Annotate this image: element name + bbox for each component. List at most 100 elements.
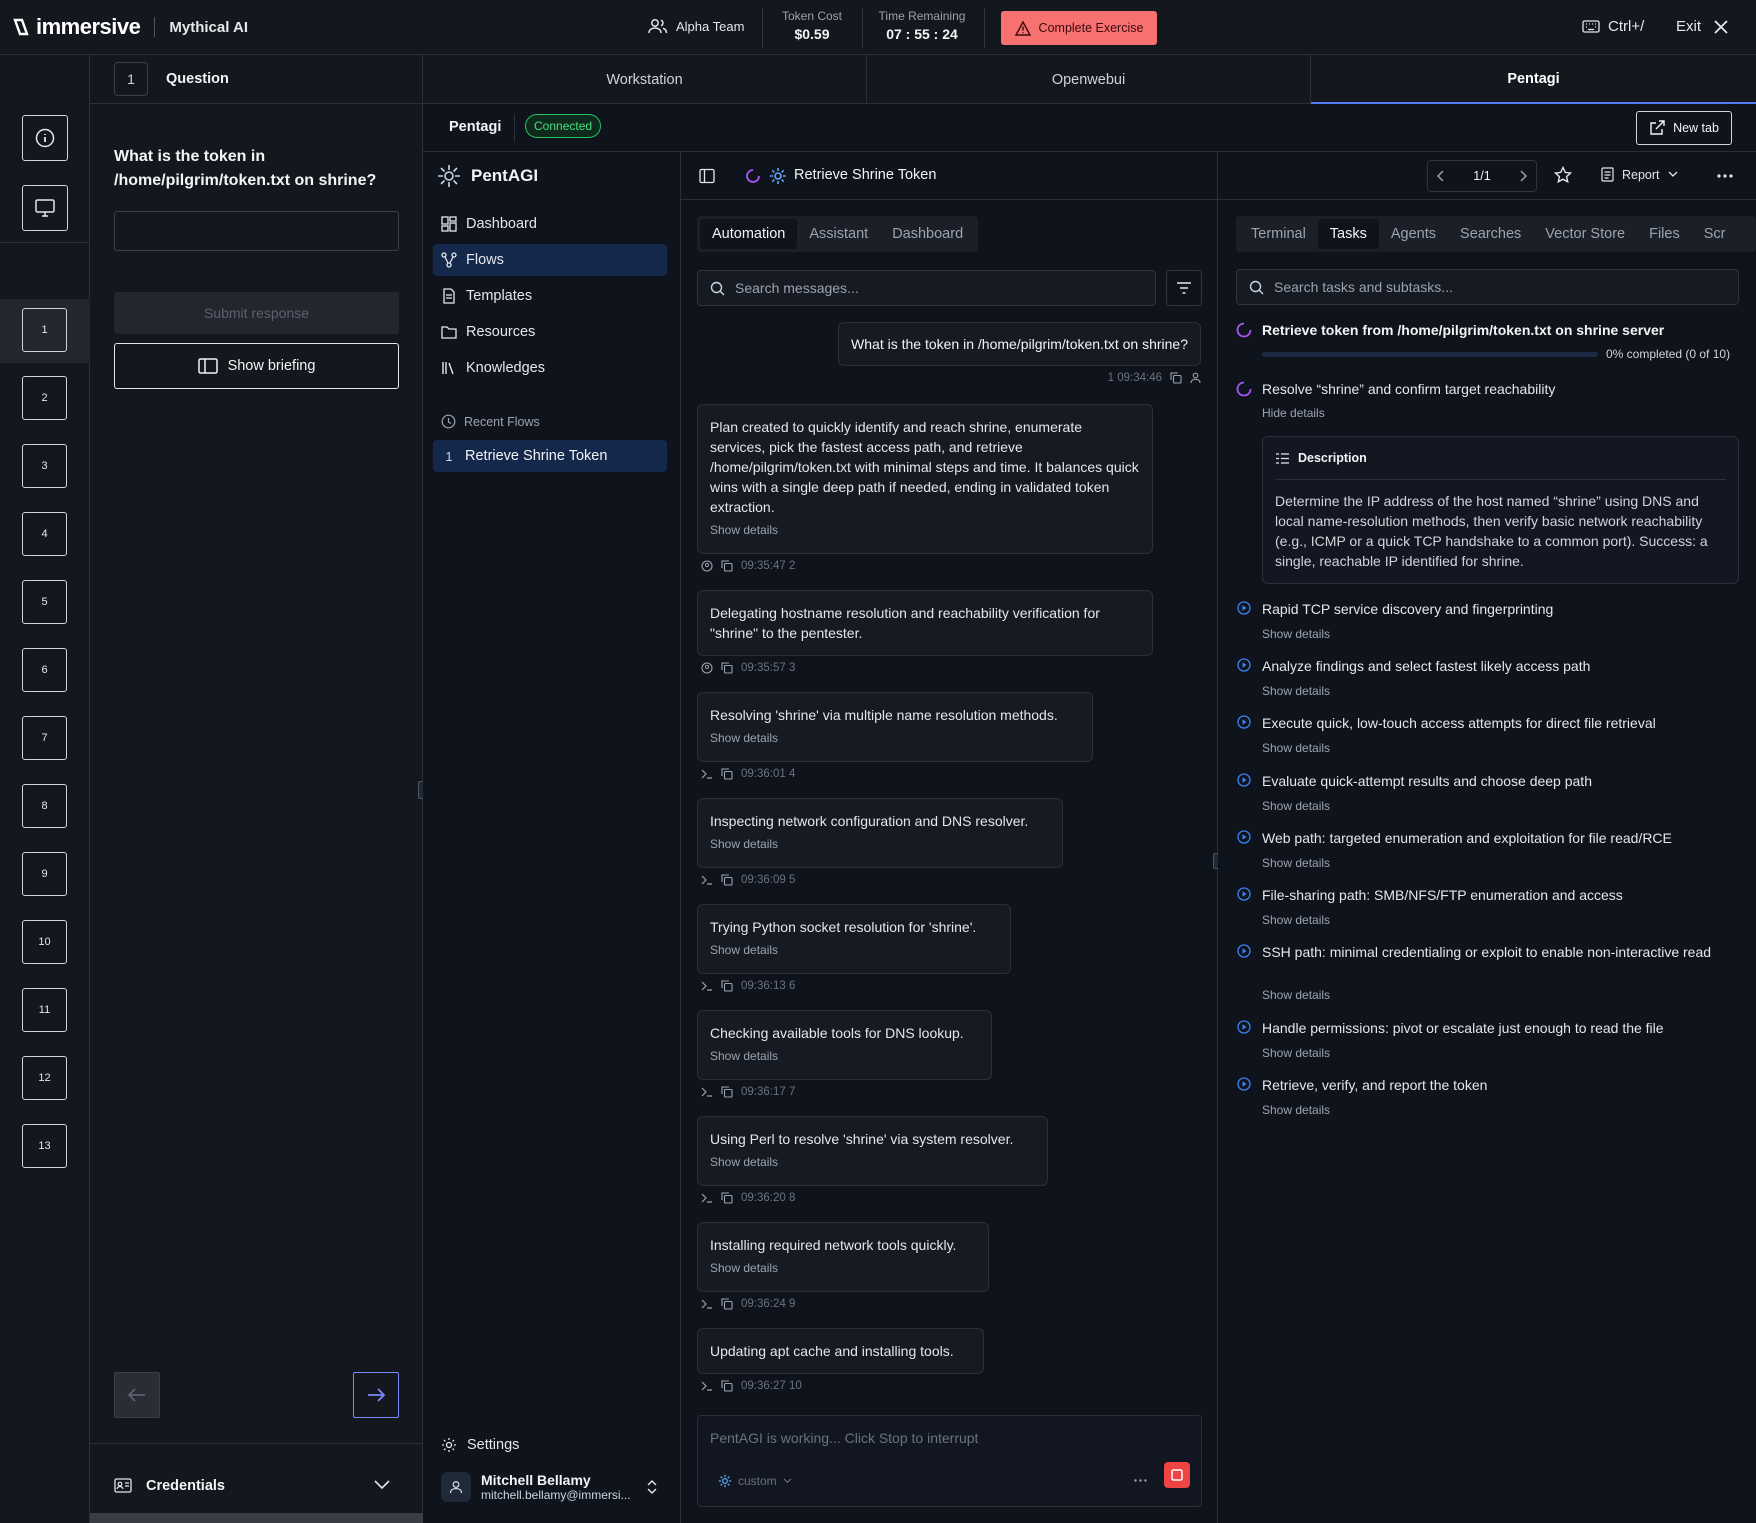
tab-agents[interactable]: Agents xyxy=(1379,219,1448,249)
tab-pentagi[interactable]: Pentagi xyxy=(1311,55,1756,104)
subtask-title[interactable]: Analyze findings and select fastest like… xyxy=(1262,657,1722,675)
show-details-link[interactable]: Show details xyxy=(710,1049,979,1063)
show-details-link[interactable]: Show details xyxy=(1262,1046,1330,1060)
question-number-button[interactable]: 3 xyxy=(22,444,67,488)
subtask-title[interactable]: Handle permissions: pivot or escalate ju… xyxy=(1262,1019,1722,1037)
question-number-button[interactable]: 13 xyxy=(22,1124,67,1168)
show-details-link[interactable]: Show details xyxy=(710,1261,976,1275)
report-button[interactable]: Report xyxy=(1601,167,1678,182)
question-number-button[interactable]: 9 xyxy=(22,852,67,896)
show-details-link[interactable]: Show details xyxy=(1262,684,1330,698)
chevron-right-icon[interactable] xyxy=(1520,170,1528,182)
next-question-button[interactable] xyxy=(353,1372,399,1418)
show-details-link[interactable]: Show details xyxy=(1262,741,1330,755)
question-number-button[interactable]: 2 xyxy=(22,376,67,420)
show-details-link[interactable]: Show details xyxy=(710,1155,1035,1169)
sidebar-item-knowledges[interactable]: Knowledges xyxy=(433,352,667,384)
hide-details-link[interactable]: Hide details xyxy=(1262,406,1325,420)
stop-button[interactable] xyxy=(1164,1462,1190,1488)
user-menu[interactable]: Mitchell Bellamy mitchell.bellamy@immers… xyxy=(441,1472,657,1502)
sidebar-item-resources[interactable]: Resources xyxy=(433,316,667,348)
toggle-sidebar-icon[interactable] xyxy=(699,168,715,184)
show-details-link[interactable]: Show details xyxy=(1262,913,1330,927)
exit-button[interactable]: Exit xyxy=(1676,18,1729,35)
previous-question-button[interactable] xyxy=(114,1372,160,1418)
brand-wordmark: immersive xyxy=(36,14,141,39)
complete-exercise-button[interactable]: Complete Exercise xyxy=(1001,11,1157,45)
copy-icon[interactable] xyxy=(1170,372,1182,384)
info-button[interactable] xyxy=(22,115,68,161)
question-number-button[interactable]: 11 xyxy=(22,988,67,1032)
subtask-title[interactable]: Retrieve, verify, and report the token xyxy=(1262,1076,1722,1094)
question-number-button[interactable]: 4 xyxy=(22,512,67,556)
tab-dashboard[interactable]: Dashboard xyxy=(880,219,975,249)
answer-input[interactable] xyxy=(114,211,399,251)
tab-workstation[interactable]: Workstation xyxy=(423,55,867,104)
tab-files[interactable]: Files xyxy=(1637,219,1692,249)
desktop-button[interactable] xyxy=(22,185,68,231)
main-task-title[interactable]: Retrieve token from /home/pilgrim/token.… xyxy=(1262,322,1664,338)
copy-icon[interactable] xyxy=(721,874,733,886)
question-number-button[interactable]: 1 xyxy=(22,308,67,352)
question-number-button[interactable]: 5 xyxy=(22,580,67,624)
tab-openwebui[interactable]: Openwebui xyxy=(867,55,1311,104)
show-details-link[interactable]: Show details xyxy=(710,943,998,957)
mode-selector[interactable]: custom xyxy=(718,1474,792,1488)
tab-tasks[interactable]: Tasks xyxy=(1317,219,1379,249)
show-details-link[interactable]: Show details xyxy=(1262,988,1330,1002)
show-details-link[interactable]: Show details xyxy=(1262,1103,1330,1117)
copy-icon[interactable] xyxy=(721,1380,733,1392)
question-number-button[interactable]: 6 xyxy=(22,648,67,692)
show-details-link[interactable]: Show details xyxy=(710,523,1140,537)
filter-button[interactable] xyxy=(1166,270,1202,306)
subtask-title[interactable]: File-sharing path: SMB/NFS/FTP enumerati… xyxy=(1262,886,1722,904)
show-details-link[interactable]: Show details xyxy=(1262,856,1330,870)
show-details-link[interactable]: Show details xyxy=(710,837,1050,851)
question-number-button[interactable]: 12 xyxy=(22,1056,67,1100)
pending-task-icon xyxy=(1237,658,1251,672)
copy-icon[interactable] xyxy=(721,768,733,780)
subtask-title[interactable]: Rapid TCP service discovery and fingerpr… xyxy=(1262,600,1722,618)
tab-automation[interactable]: Automation xyxy=(700,219,798,249)
current-subtask-title[interactable]: Resolve “shrine” and confirm target reac… xyxy=(1262,381,1555,397)
show-details-link[interactable]: Show details xyxy=(710,731,1080,745)
settings-button[interactable]: Settings xyxy=(441,1437,519,1453)
question-number-button[interactable]: 7 xyxy=(22,716,67,760)
subtask-title[interactable]: SSH path: minimal credentialing or explo… xyxy=(1262,943,1722,961)
question-number-button[interactable]: 10 xyxy=(22,920,67,964)
submit-response-button[interactable]: Submit response xyxy=(114,292,399,334)
shortcut-button[interactable]: Ctrl+/ xyxy=(1582,18,1644,35)
tab-screenshots[interactable]: Scr xyxy=(1692,219,1738,249)
credentials-section[interactable]: Credentials xyxy=(90,1443,423,1523)
tab-assistant[interactable]: Assistant xyxy=(797,219,880,249)
message-composer[interactable]: PentAGI is working... Click Stop to inte… xyxy=(697,1415,1202,1507)
search-tasks-input[interactable]: Search tasks and subtasks... xyxy=(1236,269,1739,305)
sidebar-item-flows[interactable]: Flows xyxy=(433,244,667,276)
subtask-title[interactable]: Execute quick, low-touch access attempts… xyxy=(1262,714,1722,732)
star-icon[interactable] xyxy=(1554,166,1572,184)
search-messages-input[interactable]: Search messages... xyxy=(697,270,1156,306)
copy-icon[interactable] xyxy=(721,1298,733,1310)
more-icon[interactable] xyxy=(1717,174,1733,178)
recent-flow-item[interactable]: 1 Retrieve Shrine Token xyxy=(433,440,667,472)
team-selector[interactable]: Alpha Team xyxy=(648,18,744,34)
question-number-button[interactable]: 8 xyxy=(22,784,67,828)
show-briefing-button[interactable]: Show briefing xyxy=(114,343,399,389)
show-details-link[interactable]: Show details xyxy=(1262,799,1330,813)
tab-vector-store[interactable]: Vector Store xyxy=(1533,219,1637,249)
sidebar-item-templates[interactable]: Templates xyxy=(433,280,667,312)
tab-searches[interactable]: Searches xyxy=(1448,219,1533,249)
subtask-title[interactable]: Web path: targeted enumeration and explo… xyxy=(1262,829,1722,847)
copy-icon[interactable] xyxy=(721,1192,733,1204)
copy-icon[interactable] xyxy=(721,1086,733,1098)
more-icon[interactable] xyxy=(1134,1479,1147,1482)
new-tab-button[interactable]: New tab xyxy=(1636,111,1732,145)
show-details-link[interactable]: Show details xyxy=(1262,627,1330,641)
subtask-title[interactable]: Evaluate quick-attempt results and choos… xyxy=(1262,772,1722,790)
chevron-left-icon[interactable] xyxy=(1436,170,1444,182)
copy-icon[interactable] xyxy=(721,662,733,674)
copy-icon[interactable] xyxy=(721,980,733,992)
copy-icon[interactable] xyxy=(721,560,733,572)
sidebar-item-dashboard[interactable]: Dashboard xyxy=(433,208,667,240)
tab-terminal[interactable]: Terminal xyxy=(1239,219,1318,249)
